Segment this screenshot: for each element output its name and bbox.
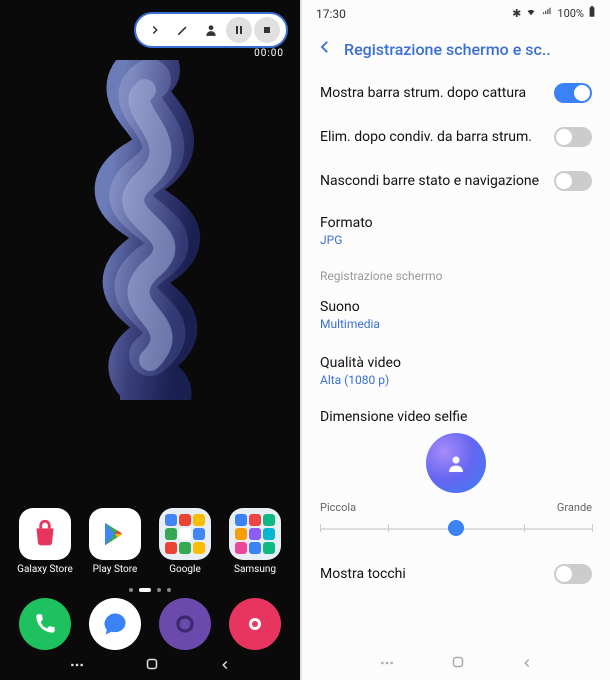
- bluetooth-icon: ✱: [512, 7, 521, 20]
- row-label: Qualità video: [320, 355, 582, 371]
- wallpaper-ribbon: [40, 60, 260, 400]
- row-label: Suono: [320, 299, 582, 315]
- selfie-size-slider[interactable]: [320, 518, 592, 538]
- toggle-show-touches[interactable]: [554, 564, 592, 584]
- toggle-delete-after-share[interactable]: [554, 127, 592, 147]
- app-label: Play Store: [93, 564, 138, 575]
- signal-icon: [541, 7, 553, 20]
- home-screen-panel: 00:00 Galaxy Store Play Store Google: [0, 0, 302, 680]
- row-value: JPG: [320, 233, 582, 247]
- nav-bar-left: [0, 652, 300, 680]
- back-button[interactable]: [316, 37, 334, 61]
- app-label: Galaxy Store: [17, 564, 73, 575]
- dock: [0, 598, 300, 650]
- nav-home[interactable]: [449, 653, 467, 675]
- selfie-preview: [320, 433, 592, 493]
- app-google-folder[interactable]: Google: [153, 508, 217, 575]
- messages-icon[interactable]: [89, 598, 141, 650]
- samsung-folder-icon: [229, 508, 281, 560]
- app-label: Samsung: [234, 564, 276, 575]
- row-quality[interactable]: Qualità video Alta (1080 p): [302, 343, 610, 399]
- phone-icon[interactable]: [19, 598, 71, 650]
- nav-bar-right: [302, 648, 610, 680]
- slider-min-label: Piccola: [320, 501, 356, 514]
- settings-panel: 17:30 ✱ 100% Registrazione schermo e sc.…: [302, 0, 610, 680]
- row-label: Nascondi barre stato e navigazione: [320, 173, 544, 189]
- browser-icon[interactable]: [159, 598, 211, 650]
- status-time: 17:30: [316, 7, 346, 21]
- settings-header: Registrazione schermo e sc..: [302, 27, 610, 71]
- status-bar: 17:30 ✱ 100%: [302, 0, 610, 27]
- pause-icon[interactable]: [226, 17, 252, 43]
- row-label: Mostra barra strum. dopo cattura: [320, 85, 544, 101]
- nav-recents[interactable]: [68, 657, 86, 676]
- google-folder-icon: [159, 508, 211, 560]
- status-icons: ✱ 100%: [512, 6, 596, 21]
- row-sound[interactable]: Suono Multimedia: [302, 287, 610, 343]
- app-play-store[interactable]: Play Store: [83, 508, 147, 575]
- row-show-toolbar[interactable]: Mostra barra strum. dopo cattura: [302, 71, 610, 115]
- row-selfie-size: Dimensione video selfie Piccola Grande: [302, 399, 610, 552]
- galaxy-store-icon: [19, 508, 71, 560]
- stop-icon[interactable]: [254, 17, 280, 43]
- row-label: Dimensione video selfie: [320, 409, 592, 425]
- row-label: Mostra tocchi: [320, 566, 544, 582]
- battery-text: 100%: [557, 7, 584, 20]
- slider-max-label: Grande: [557, 501, 592, 514]
- settings-list: Mostra barra strum. dopo cattura Elim. d…: [302, 71, 610, 648]
- row-delete-after-share[interactable]: Elim. dopo condiv. da barra strum.: [302, 115, 610, 159]
- row-format[interactable]: Formato JPG: [302, 203, 610, 259]
- wallpaper: [0, 0, 300, 680]
- app-galaxy-store[interactable]: Galaxy Store: [13, 508, 77, 575]
- chevron-right-icon[interactable]: [142, 17, 168, 43]
- play-store-icon: [89, 508, 141, 560]
- row-label: Formato: [320, 215, 582, 231]
- row-label: Elim. dopo condiv. da barra strum.: [320, 129, 544, 145]
- row-hide-bars[interactable]: Nascondi barre stato e navigazione: [302, 159, 610, 203]
- toggle-hide-bars[interactable]: [554, 171, 592, 191]
- app-row: Galaxy Store Play Store Google: [0, 508, 300, 575]
- slider-thumb[interactable]: [448, 520, 464, 536]
- toggle-show-toolbar[interactable]: [554, 83, 592, 103]
- battery-icon: [588, 6, 596, 21]
- app-samsung-folder[interactable]: Samsung: [223, 508, 287, 575]
- person-icon: [426, 433, 486, 493]
- page-indicator: [129, 588, 171, 592]
- recording-toolbar: [134, 12, 288, 48]
- app-label: Google: [169, 564, 201, 575]
- nav-home[interactable]: [143, 655, 161, 677]
- wifi-icon: [525, 7, 537, 20]
- nav-recents[interactable]: [378, 655, 396, 674]
- recording-timer: 00:00: [254, 48, 284, 59]
- row-value: Alta (1080 p): [320, 373, 582, 387]
- camera-icon[interactable]: [229, 598, 281, 650]
- row-show-touches[interactable]: Mostra tocchi: [302, 552, 610, 596]
- nav-back[interactable]: [218, 657, 232, 676]
- person-icon[interactable]: [198, 17, 224, 43]
- pencil-icon[interactable]: [170, 17, 196, 43]
- row-value: Multimedia: [320, 317, 582, 331]
- section-header: Registrazione schermo: [302, 259, 610, 287]
- page-title: Registrazione schermo e sc..: [344, 40, 551, 59]
- nav-back[interactable]: [520, 655, 534, 674]
